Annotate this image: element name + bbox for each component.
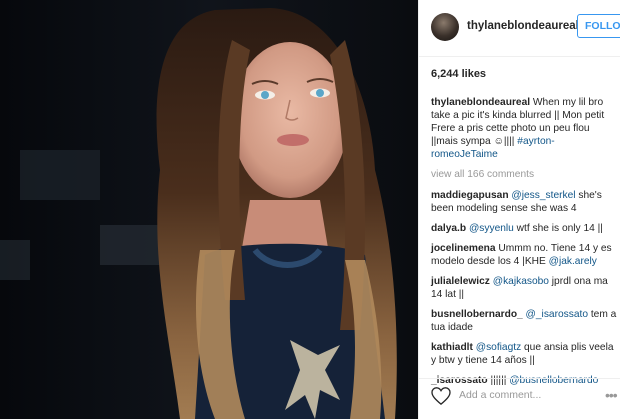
post-username[interactable]: thylaneblondeaureal	[467, 20, 577, 32]
comment-item: busnellobernardo_ @_isarossato tem a tua…	[431, 308, 617, 334]
comment-mention[interactable]: @kajkasobo	[493, 276, 549, 287]
comment-username[interactable]: jocelinemena	[431, 243, 496, 254]
post-photo[interactable]	[0, 0, 418, 419]
comment-text: wtf she is only 14 ||	[513, 223, 603, 234]
portrait-image	[0, 0, 418, 419]
comment-username[interactable]: dalya.b	[431, 223, 466, 234]
comment-mention[interactable]: @sofiagtz	[476, 342, 521, 353]
caption: thylaneblondeaureal When my lil bro take…	[431, 96, 617, 161]
comment-mention[interactable]: @jess_sterkel	[511, 190, 575, 201]
comment-mention[interactable]: @_isarossato	[526, 309, 588, 320]
post-sidebar: thylaneblondeaureal FOLLOW 6,244 likes t…	[418, 0, 620, 419]
add-comment-input[interactable]: Add a comment...	[459, 389, 541, 401]
comment-item: maddiegapusan @jess_sterkel she's been m…	[431, 189, 617, 215]
comment-item: julialelewicz @kajkasobo jprdl ona ma 14…	[431, 275, 617, 301]
comment-item: dalya.b @syyenlu wtf she is only 14 ||	[431, 222, 617, 235]
comment-item: kathiadlt @sofiagtz que ansia plis veela…	[431, 341, 617, 367]
heart-icon[interactable]	[431, 387, 451, 410]
more-options-icon[interactable]: •••	[605, 387, 618, 403]
comment-username[interactable]: kathiadlt	[431, 342, 473, 353]
comment-mention[interactable]: @syyenlu	[469, 223, 514, 234]
avatar[interactable]	[431, 13, 459, 41]
comment-username[interactable]: busnellobernardo_	[431, 309, 523, 320]
follow-button[interactable]: FOLLOW	[577, 14, 620, 38]
comments-list: thylaneblondeaureal When my lil bro take…	[431, 96, 617, 394]
post-header: thylaneblondeaureal FOLLOW	[419, 0, 620, 57]
comment-username[interactable]: julialelewicz	[431, 276, 490, 287]
view-all-comments-link[interactable]: view all 166 comments	[431, 168, 617, 181]
comment-item: jocelinemena Ummm no. Tiene 14 y es mode…	[431, 242, 617, 268]
likes-count[interactable]: 6,244 likes	[431, 68, 486, 80]
comment-mention[interactable]: @jak.arely	[549, 256, 597, 267]
caption-username[interactable]: thylaneblondeaureal	[431, 97, 530, 108]
comment-bar: Add a comment... •••	[419, 378, 620, 420]
comment-username[interactable]: maddiegapusan	[431, 190, 509, 201]
